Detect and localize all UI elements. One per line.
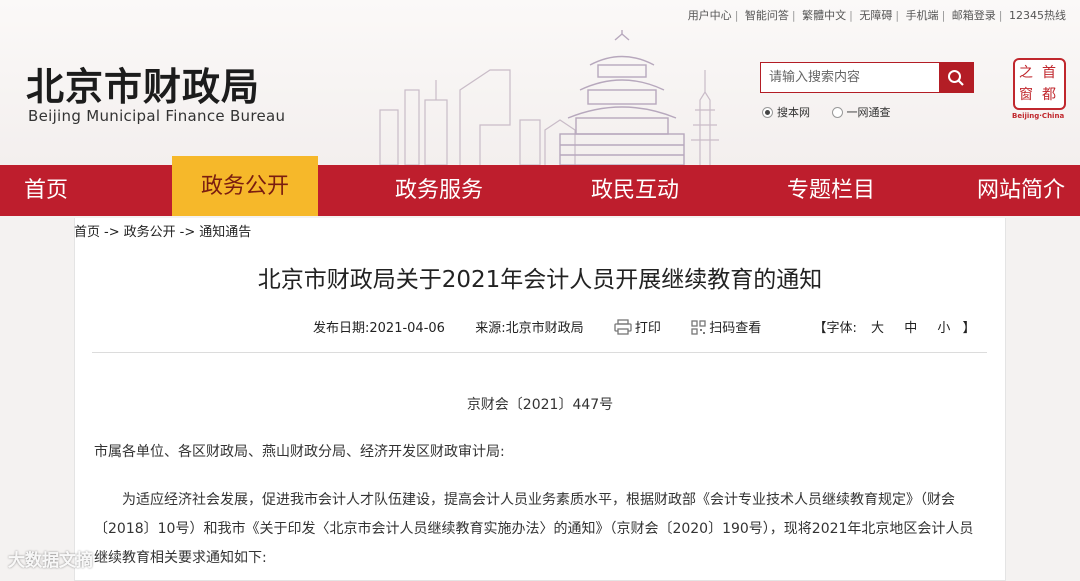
article-source: 北京市财政局	[505, 321, 584, 336]
article-paragraph: 为适应经济社会发展，促进我市会计人才队伍建设，提高会计人员业务素质水平，根据财政…	[94, 492, 974, 566]
main-nav: 首页 政务公开 政务服务 政民互动 专题栏目 网站简介	[0, 156, 1080, 216]
site-header: 用户中心 | 智能问答 | 繁體中文 | 无障碍 | 手机端 | 邮箱登录 | 12345热…	[0, 0, 1080, 165]
article-meta: 发布日期:2021-04-06 来源:北京市财政局 打印 扫码查看 【字体: 大…	[313, 319, 976, 336]
scope-all[interactable]: 一网通查	[831, 106, 891, 119]
top-links: 用户中心 | 智能问答 | 繁體中文 | 无障碍 | 手机端 | 邮箱登录 | 12345热…	[687, 9, 1066, 22]
radio-icon	[831, 107, 843, 118]
search-box	[760, 62, 974, 93]
nav-gov-services[interactable]: 政务服务	[372, 165, 506, 216]
capital-window-caption: Beijing·China	[1012, 112, 1065, 120]
crumb-home[interactable]: 首页	[74, 225, 100, 240]
top-link-qa[interactable]: 智能问答	[745, 9, 789, 22]
breadcrumb: 首页 -> 政务公开 -> 通知通告	[74, 225, 252, 240]
logo-subtitle: Beijing Municipal Finance Bureau	[28, 107, 286, 125]
logo-title[interactable]: 北京市财政局	[26, 56, 260, 111]
watermark: 大数据文摘	[8, 551, 93, 571]
printer-icon	[614, 319, 632, 335]
font-size-large[interactable]: 大	[871, 321, 884, 336]
publish-date: 2021-04-06	[369, 321, 445, 336]
nav-topics[interactable]: 专题栏目	[764, 165, 898, 216]
top-link-mail[interactable]: 邮箱登录	[952, 9, 996, 22]
divider	[92, 352, 987, 353]
search-button[interactable]	[939, 63, 973, 92]
document-number: 京财会〔2021〕447号	[466, 397, 614, 413]
print-button[interactable]: 打印	[614, 319, 665, 336]
font-size-medium[interactable]: 中	[904, 321, 917, 336]
article-addressee: 市属各单位、各区财政局、燕山财政分局、经济开发区财政审计局:	[94, 444, 505, 460]
nav-interaction[interactable]: 政民互动	[568, 165, 702, 216]
crumb-gov-affairs[interactable]: 政务公开	[124, 225, 176, 240]
font-size-small[interactable]: 小	[937, 321, 950, 336]
skyline-illustration	[379, 30, 719, 165]
search-icon	[948, 69, 964, 86]
nav-gov-affairs[interactable]: 政务公开	[172, 156, 318, 216]
nav-about[interactable]: 网站简介	[962, 165, 1080, 216]
radio-selected-icon	[762, 107, 773, 118]
top-link-user-center[interactable]: 用户中心	[688, 9, 732, 22]
top-link-accessibility[interactable]: 无障碍	[859, 9, 892, 22]
top-link-mobile[interactable]: 手机端	[906, 9, 939, 22]
capital-window-logo[interactable]: 首 都 之 窗	[1013, 58, 1066, 110]
top-link-hotline[interactable]: 12345热线	[1009, 9, 1066, 22]
search-scope: 搜本网 一网通查	[762, 104, 909, 120]
search-input[interactable]	[761, 63, 939, 92]
qr-code-icon	[691, 320, 706, 335]
crumb-notices[interactable]: 通知通告	[199, 225, 251, 240]
scope-site[interactable]: 搜本网	[762, 106, 810, 119]
article-title: 北京市财政局关于2021年会计人员开展继续教育的通知	[257, 267, 823, 293]
nav-home[interactable]: 首页	[4, 165, 88, 216]
top-link-traditional[interactable]: 繁體中文	[802, 9, 846, 22]
qr-button[interactable]: 扫码查看	[691, 320, 765, 336]
